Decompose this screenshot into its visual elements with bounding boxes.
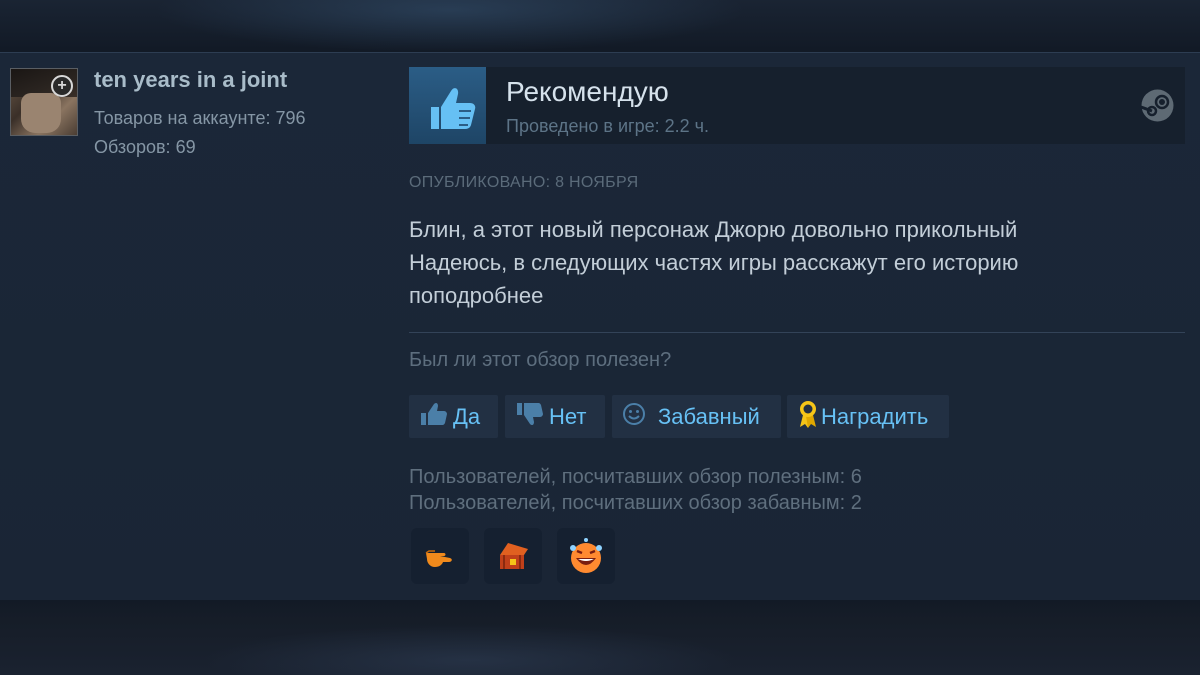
funny-count: Пользователей, посчитавших обзор забавны… [409, 492, 862, 514]
ribbon-icon [797, 399, 819, 435]
vote-funny-label: Забавный [658, 403, 760, 429]
smiley-icon [622, 402, 646, 432]
posted-date: ОПУБЛИКОВАНО: 8 НОЯБРЯ [409, 174, 639, 191]
header-background [0, 0, 1200, 52]
products-count[interactable]: Товаров на аккаунте: 796 [94, 108, 306, 129]
vote-no-label: Нет [549, 403, 587, 429]
thumbs-up-icon [419, 401, 447, 433]
award-button[interactable]: Наградить [787, 395, 949, 438]
award-item[interactable] [484, 528, 542, 584]
review-text-line: Надеюсь, в следующих частях игры расскаж… [409, 250, 1019, 275]
award-item[interactable] [411, 528, 469, 584]
recommendation-title: Рекомендую [506, 76, 669, 107]
recommendation-header[interactable]: Рекомендую Проведено в игре: 2.2 ч. [409, 67, 1185, 144]
avatar-badge-icon: + [51, 75, 73, 97]
treasure-chest-icon [500, 543, 528, 569]
avatar[interactable]: + [10, 68, 78, 136]
laughing-face-icon [570, 538, 602, 573]
playtime: Проведено в игре: 2.2 ч. [506, 116, 710, 136]
reviews-count[interactable]: Обзоров: 69 [94, 137, 196, 158]
steam-icon [1141, 89, 1174, 122]
footer-background [0, 600, 1200, 675]
thumbs-down-icon [515, 401, 543, 433]
page: + ten years in a joint Товаров на аккаун… [0, 0, 1200, 675]
username[interactable]: ten years in a joint [94, 67, 287, 93]
review-panel: + ten years in a joint Товаров на аккаун… [0, 52, 1200, 600]
helpful-count: Пользователей, посчитавших обзор полезны… [409, 466, 862, 488]
vote-yes-label: Да [453, 403, 481, 429]
award-item[interactable] [557, 528, 615, 584]
vote-stats: Пользователей, посчитавших обзор полезны… [409, 464, 862, 516]
helpful-question: Был ли этот обзор полезен? [409, 349, 672, 371]
vote-yes-button[interactable]: Да [409, 395, 498, 438]
thumbs-up-icon [409, 67, 486, 144]
award-label: Наградить [821, 403, 929, 429]
vote-no-button[interactable]: Нет [505, 395, 605, 438]
review-text-line: Блин, а этот новый персонаж Джорю доволь… [409, 217, 1018, 242]
review-text: Блин, а этот новый персонаж Джорю доволь… [409, 213, 1179, 312]
vote-funny-button[interactable]: Забавный [612, 395, 781, 438]
review-text-line: поподробнее [409, 283, 544, 308]
divider [409, 332, 1185, 333]
avatar-face [21, 93, 61, 133]
pointing-hand-icon [425, 550, 452, 567]
